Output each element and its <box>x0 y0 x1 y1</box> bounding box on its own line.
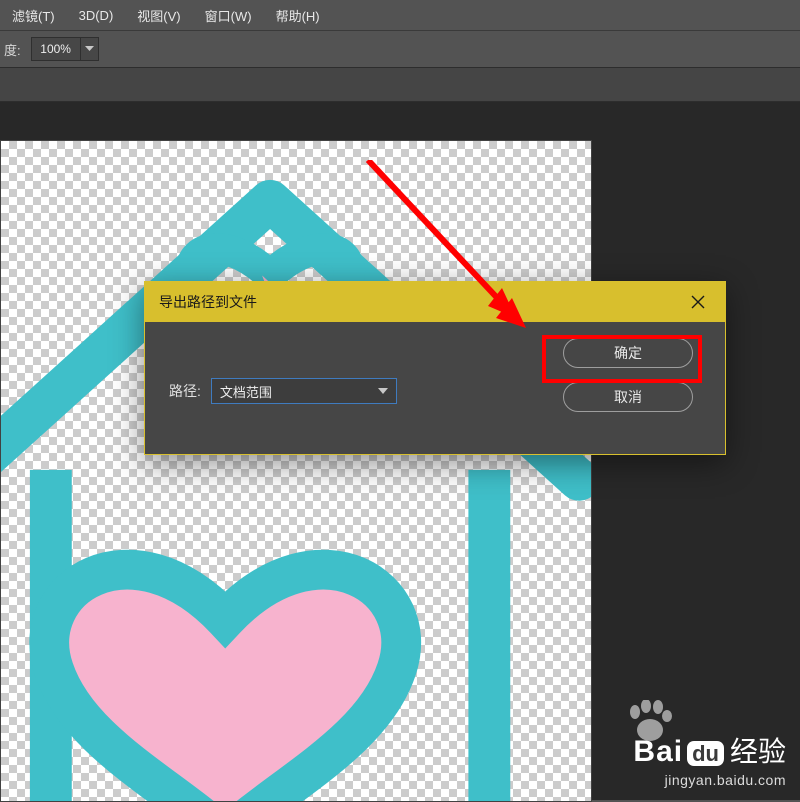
watermark-url: jingyan.baidu.com <box>633 772 786 788</box>
path-select-value: 文档范围 <box>220 382 272 401</box>
export-paths-dialog: 导出路径到文件 路径: 文档范围 确定 取消 <box>144 281 726 455</box>
close-icon <box>691 295 705 309</box>
ok-button[interactable]: 确定 <box>563 338 693 368</box>
dialog-title: 导出路径到文件 <box>159 292 257 312</box>
opacity-field[interactable]: 100% <box>31 37 99 61</box>
menu-window[interactable]: 窗口(W) <box>205 6 252 25</box>
menu-view[interactable]: 视图(V) <box>137 6 180 25</box>
watermark-brand-box: du <box>687 741 724 766</box>
watermark: Bai du 经验 jingyan.baidu.com <box>633 730 786 788</box>
options-bar: 度: 100% <box>0 30 800 68</box>
cancel-button[interactable]: 取消 <box>563 382 693 412</box>
path-select[interactable]: 文档范围 <box>211 378 397 404</box>
path-row: 路径: 文档范围 <box>169 378 397 404</box>
dialog-close-button[interactable] <box>681 282 715 322</box>
opacity-dropdown-icon[interactable] <box>80 38 98 60</box>
watermark-brand-left: Bai <box>633 735 683 769</box>
toolbar-spacer <box>0 68 800 102</box>
document-canvas[interactable] <box>0 140 592 802</box>
menu-filter[interactable]: 滤镜(T) <box>12 6 55 25</box>
path-label: 路径: <box>169 381 201 401</box>
menu-3d[interactable]: 3D(D) <box>79 8 114 23</box>
main-menu-bar: 滤镜(T) 3D(D) 视图(V) 窗口(W) 帮助(H) <box>0 0 800 30</box>
menu-help[interactable]: 帮助(H) <box>276 6 320 25</box>
opacity-label: 度: <box>4 40 21 59</box>
opacity-value[interactable]: 100% <box>32 38 80 60</box>
house-heart-artwork <box>1 141 591 801</box>
chevron-down-icon <box>378 388 388 394</box>
watermark-brand-right: 经验 <box>730 730 786 770</box>
dialog-titlebar[interactable]: 导出路径到文件 <box>145 282 725 322</box>
